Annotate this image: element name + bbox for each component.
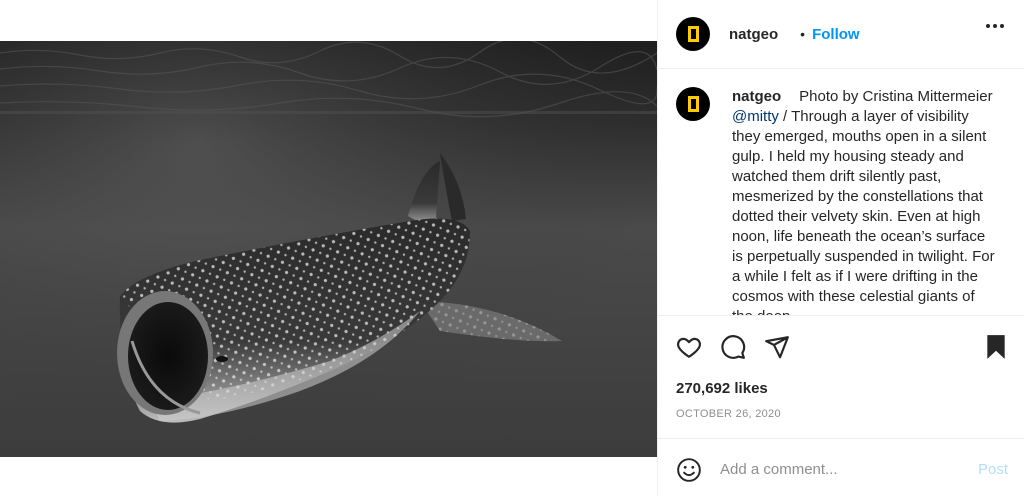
avatar[interactable] <box>676 17 710 51</box>
post-comment-button[interactable]: Post <box>978 461 1008 478</box>
natgeo-logo-icon <box>687 96 699 112</box>
comment-input[interactable] <box>718 455 962 483</box>
photo-area <box>0 0 658 496</box>
follow-button[interactable]: Follow <box>812 26 860 43</box>
comment-bar: Post <box>658 438 1024 497</box>
caption-prefix: Photo by Cristina Mittermeier <box>799 88 993 105</box>
post-header: natgeo • Follow <box>658 0 1024 69</box>
post-date: OCTOBER 26, 2020 <box>676 408 781 420</box>
post-side-panel: natgeo • Follow natgeo Photo by Cristina … <box>658 0 1024 496</box>
caption-area[interactable]: natgeo Photo by Cristina Mittermeier @mit… <box>658 69 1024 316</box>
separator-dot: • <box>800 26 806 42</box>
caption-avatar[interactable] <box>676 87 710 121</box>
caption-text: / Through a layer of visibility they eme… <box>732 108 995 315</box>
natgeo-logo-icon <box>687 26 699 42</box>
heart-icon[interactable] <box>676 334 702 365</box>
post-photo[interactable] <box>0 41 657 457</box>
caption-username[interactable]: natgeo <box>732 88 781 105</box>
more-options-icon[interactable] <box>986 24 1004 28</box>
share-icon[interactable] <box>764 334 790 365</box>
action-bar <box>658 328 1024 368</box>
caption: natgeo Photo by Cristina Mittermeier @mit… <box>732 87 998 315</box>
header-username[interactable]: natgeo <box>729 26 778 43</box>
likes-count[interactable]: 270,692 likes <box>676 380 768 397</box>
caption-mention-link[interactable]: @mitty <box>732 108 779 125</box>
whale-shark-image <box>0 41 657 457</box>
emoji-icon[interactable] <box>676 457 702 488</box>
comment-icon[interactable] <box>720 334 746 365</box>
bookmark-icon[interactable] <box>984 334 1008 365</box>
